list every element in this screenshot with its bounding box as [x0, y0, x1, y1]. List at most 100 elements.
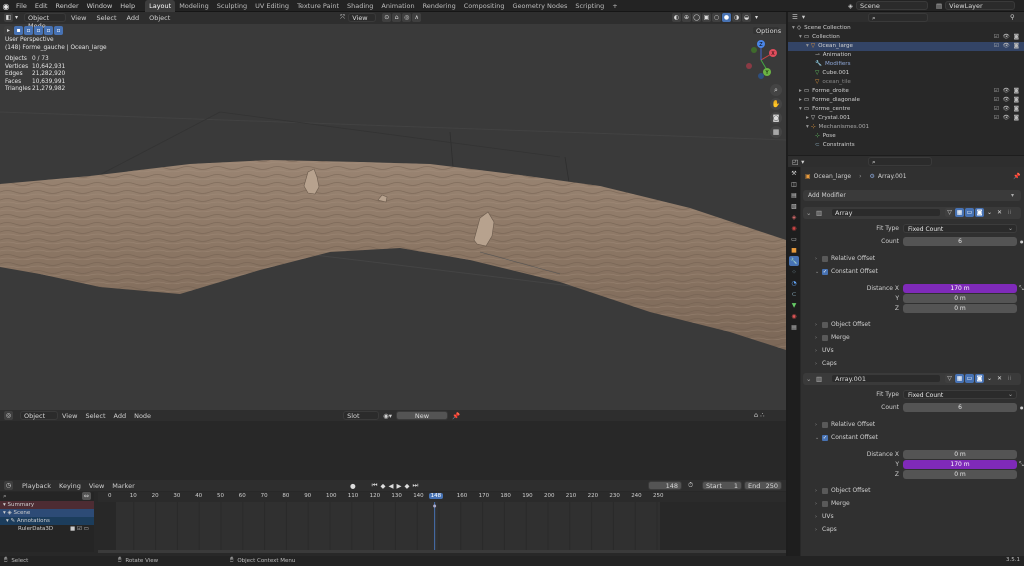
solid-shading-icon[interactable]: ● — [722, 13, 731, 22]
outliner-row[interactable]: 🔧 Modifiers — [788, 60, 1024, 69]
constant-offset-row[interactable]: ⌄ ✓ Constant Offset — [815, 432, 878, 443]
visibility-icon[interactable]: ◐ — [672, 13, 681, 22]
collapse-icon[interactable]: ⌄ — [806, 375, 811, 383]
modifier-delete-icon[interactable]: ✕ — [995, 374, 1004, 383]
modifier-menu-icon[interactable]: ⌄ — [985, 208, 994, 217]
channel-filter-icon[interactable]: ⇔ — [82, 492, 91, 500]
wireframe-shading-icon[interactable]: ○ — [712, 13, 721, 22]
object-tab-icon[interactable]: ■ — [789, 245, 799, 255]
record-icon[interactable]: ● — [350, 482, 356, 490]
outliner-expand-icon[interactable]: ▾ — [806, 124, 809, 130]
menu-render[interactable]: Render — [51, 0, 82, 12]
tab-scripting[interactable]: Scripting — [571, 0, 608, 12]
render-icon[interactable]: ◙ — [975, 208, 984, 217]
outliner-row[interactable]: ▽ Cube.001 — [788, 69, 1024, 78]
outliner-filter-icon[interactable]: ⚲ — [1010, 13, 1015, 21]
mode-selector[interactable]: Object Mode — [24, 13, 66, 30]
uvs-row[interactable]: › UVs — [815, 345, 834, 356]
properties-search-input[interactable]: ⌕ — [868, 157, 932, 166]
object-offset-checkbox[interactable] — [822, 487, 828, 494]
channel-toggle-icons[interactable]: ■ ☑ ▭ — [70, 525, 89, 533]
drag-handle-icon[interactable]: ⁞⁞ — [1005, 374, 1014, 383]
editor-type-icon[interactable]: ◧ — [4, 13, 13, 22]
viewport-menu-select[interactable]: Select — [91, 14, 121, 22]
outliner-expand-icon[interactable]: ▸ — [799, 97, 802, 103]
array-modifier-header[interactable]: ⌄ ▥ Array ▽ ▦ ▭ ◙ ⌄ ✕ ⁞⁞ — [803, 207, 1021, 219]
object-offset-row[interactable]: › Object Offset — [815, 485, 870, 496]
pin-icon[interactable]: 📌 — [452, 412, 460, 420]
keyframe-dot-icon[interactable]: ● — [1020, 405, 1024, 410]
texture-tab-icon[interactable]: ▦ — [789, 322, 799, 332]
array-modifier-name[interactable]: Array — [831, 208, 941, 217]
caps-row[interactable]: › Caps — [815, 524, 837, 535]
outliner-expand-icon[interactable]: ▾ — [799, 34, 802, 40]
shader-menu-view[interactable]: View — [58, 412, 81, 420]
jump-end-icon[interactable]: ⏭ — [413, 481, 419, 490]
count-field[interactable]: 6 — [903, 403, 1017, 412]
menu-edit[interactable]: Edit — [31, 0, 52, 12]
frame-ruler[interactable]: 0 10 20 30 40 50 60 70 80 90 100 110 120 130 140 148 160… — [98, 492, 786, 502]
distance-z-field[interactable]: 0 m — [903, 470, 1017, 479]
timeline-menu-keying[interactable]: Keying — [55, 482, 85, 490]
play-reverse-icon[interactable]: ◀ — [389, 482, 394, 490]
timeline-menu-playback[interactable]: Playback — [18, 482, 55, 490]
merge-checkbox[interactable] — [822, 500, 828, 507]
play-icon[interactable]: ▶ — [397, 482, 402, 490]
outliner-row[interactable]: ▸ ▭ Forme_diagonale ☑ 👁 ◙ — [788, 96, 1024, 105]
caps-row[interactable]: › Caps — [815, 358, 837, 369]
grid-view-icon[interactable]: ▦ — [770, 126, 782, 138]
constraints-tab-icon[interactable]: ⊂ — [789, 289, 799, 299]
outliner-expand-icon[interactable]: ▾ — [799, 106, 802, 112]
snap-icon[interactable]: ⌂ — [392, 13, 402, 22]
outliner-row[interactable]: ⊂ Constraints — [788, 141, 1024, 150]
distance-y-field[interactable]: 170 m — [903, 460, 1017, 469]
constant-offset-checkbox[interactable]: ✓ — [822, 434, 828, 441]
navigation-gizmo[interactable]: X Y Z — [740, 38, 782, 82]
distance-z-field[interactable]: 0 m — [903, 304, 1017, 313]
breadcrumb-pin-icon[interactable]: 📌 — [1013, 173, 1020, 180]
camera-icon[interactable]: ◙ — [770, 112, 782, 124]
material-tab-icon[interactable]: ◉ — [789, 311, 799, 321]
merge-checkbox[interactable] — [822, 334, 828, 341]
material-shading-icon[interactable]: ◑ — [732, 13, 741, 22]
shader-editor[interactable]: ◎ Object View Select Add Node Slot ◉▾ Ne… — [0, 410, 786, 480]
transform-orientation-selector[interactable]: View — [348, 13, 377, 22]
tab-uv-editing[interactable]: UV Editing — [251, 0, 293, 12]
relative-offset-row[interactable]: › Relative Offset — [815, 419, 875, 430]
select-intersect-icon[interactable]: ▫ — [54, 26, 63, 35]
keyframe-dot-icon[interactable]: ● — [1020, 239, 1024, 244]
current-frame-field[interactable]: 148 — [648, 481, 682, 490]
modifier-menu-icon[interactable]: ⌄ — [985, 374, 994, 383]
particles-tab-icon[interactable]: ⁘ — [789, 267, 799, 277]
viewport-menu-view[interactable]: View — [66, 14, 91, 22]
3d-viewport[interactable]: ◧ ▾ Object Mode View Select Add Object ⤧… — [0, 12, 786, 410]
modifier-tab-icon[interactable]: 🔧 — [789, 256, 799, 266]
select-extend-icon[interactable]: ▫ — [24, 26, 33, 35]
outliner[interactable]: ☰ ▾ ⌕ ⚲ ▾ ◇ Scene Collection ▾ ▭ Collection ☑ … — [788, 12, 1024, 155]
outliner-row[interactable]: ▾ ▽ Ocean_large ☑ 👁 ◙ — [788, 42, 1024, 51]
outliner-search-input[interactable]: ⌕ — [868, 13, 928, 22]
channel-rulerdata[interactable]: RulerData3D ■ ☑ ▭ — [0, 525, 94, 533]
tab-compositing[interactable]: Compositing — [460, 0, 509, 12]
outliner-visibility-toggles[interactable]: ☑ 👁 ◙ — [994, 105, 1020, 114]
scene-selector[interactable]: Scene — [856, 1, 928, 10]
shader-object-selector[interactable]: Object — [20, 411, 58, 420]
outliner-visibility-toggles[interactable]: ☑ 👁 ◙ — [994, 114, 1020, 123]
start-frame-field[interactable]: Start 1 — [702, 481, 742, 490]
outliner-visibility-toggles[interactable]: ☑ 👁 ◙ — [994, 42, 1020, 51]
outliner-row[interactable]: ▾ ▭ Forme_centre ☑ 👁 ◙ — [788, 105, 1024, 114]
viewport-menu-add[interactable]: Add — [122, 14, 145, 22]
collapse-icon[interactable]: ⌄ — [806, 209, 811, 217]
falloff-icon[interactable]: ∧ — [412, 13, 422, 22]
channel-summary[interactable]: ▾ Summary — [0, 501, 94, 509]
array001-modifier-name[interactable]: Array.001 — [831, 374, 941, 383]
select-subtract-icon[interactable]: ▫ — [34, 26, 43, 35]
merge-row[interactable]: › Merge — [815, 332, 850, 343]
outliner-row[interactable]: ▽ ocean_tile — [788, 78, 1024, 87]
outliner-expand-icon[interactable]: ▾ — [806, 43, 809, 49]
outliner-expand-icon[interactable]: ▸ — [806, 115, 809, 121]
channel-search-icon[interactable]: ⌕ — [3, 492, 7, 501]
tab-layout[interactable]: Layout — [145, 0, 176, 12]
shader-snap-icon[interactable]: ⌂ ∴ — [754, 411, 764, 419]
physics-tab-icon[interactable]: ◔ — [789, 278, 799, 288]
